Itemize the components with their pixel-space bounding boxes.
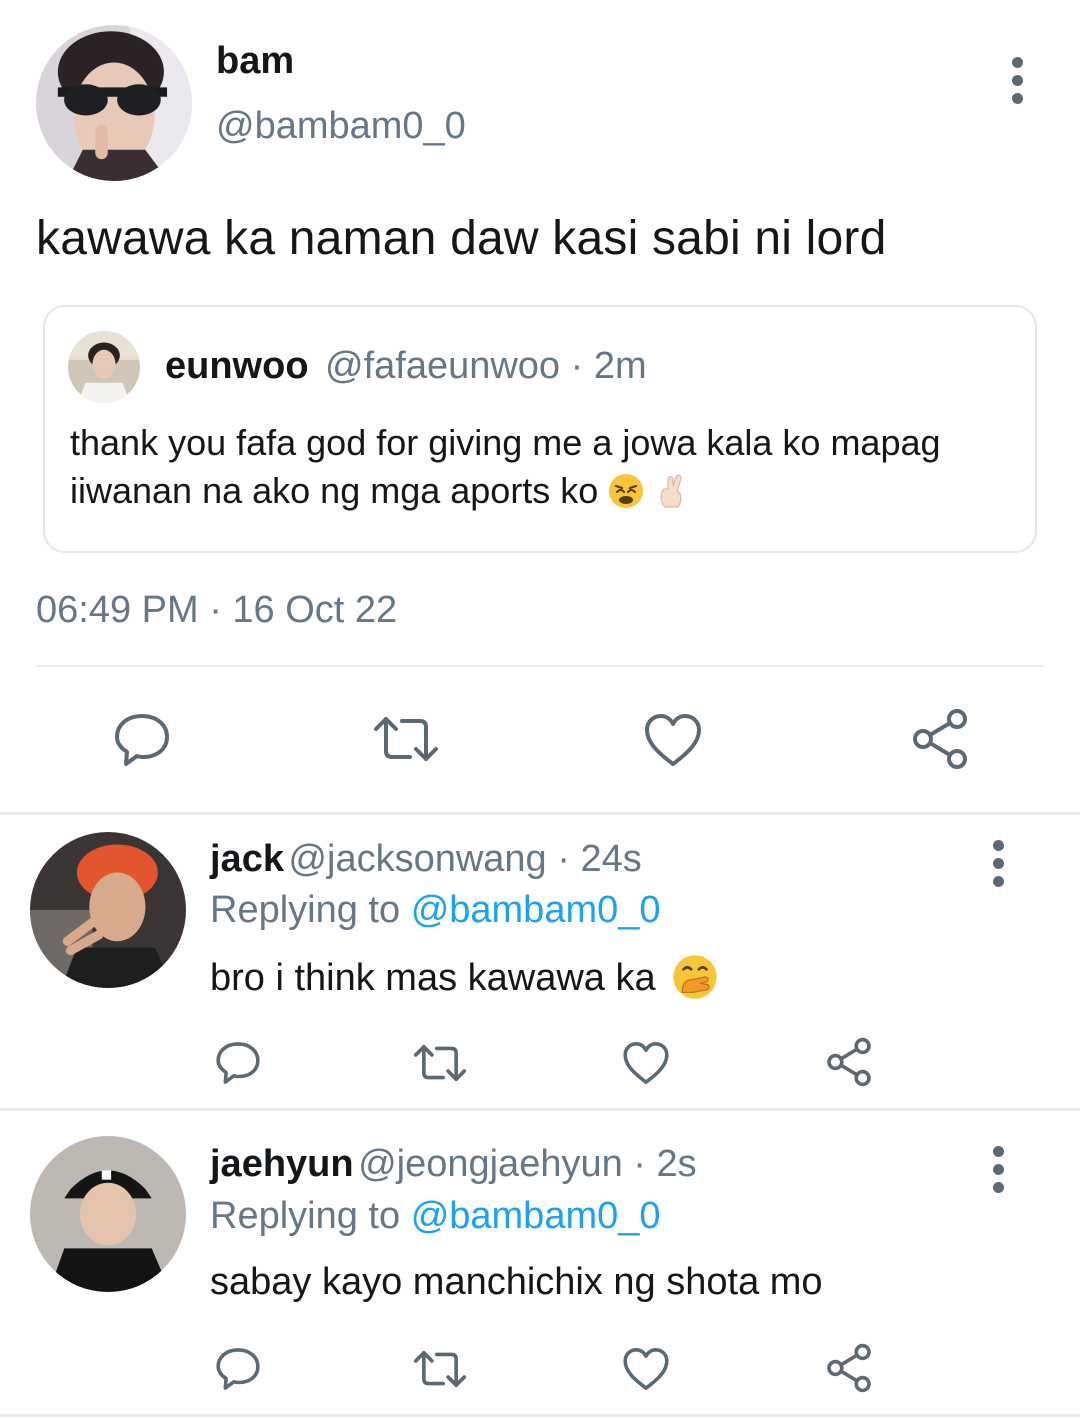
share-icon[interactable] (910, 708, 970, 770)
quoted-text-content: thank you fafa god for giving me a jowa … (70, 422, 941, 511)
heart-icon[interactable] (622, 1040, 670, 1086)
share-icon[interactable] (825, 1037, 873, 1087)
reply-text: sabay kayo manchichix ng shota mo (210, 1261, 823, 1303)
section-divider (0, 812, 1080, 815)
mention-link[interactable]: @bambam0_0 (411, 889, 661, 931)
heart-icon[interactable] (622, 1346, 670, 1392)
quoted-avatar (68, 331, 140, 403)
replying-to-label: Replying to (210, 889, 401, 931)
tweet-timestamp: 06:49 PM · 16 Oct 22 (36, 589, 398, 631)
quoted-display-name: eunwoo (165, 345, 309, 387)
reply-handle-time: @jeongjaehyun · 2s (358, 1143, 697, 1185)
reply-display-name[interactable]: jack (210, 838, 284, 880)
more-vertical-icon[interactable] (992, 1146, 1004, 1200)
reply-header: jaehyun @jeongjaehyun · 2s (210, 1143, 697, 1186)
retweet-icon[interactable] (412, 1348, 468, 1390)
share-icon[interactable] (825, 1343, 873, 1393)
more-vertical-icon[interactable] (992, 840, 1004, 894)
reply-icon[interactable] (215, 1040, 261, 1086)
replying-to-label: Replying to (210, 1195, 401, 1237)
main-handle[interactable]: @bambam0_0 (216, 105, 466, 148)
reply-text-content: bro i think mas kawawa ka (210, 957, 656, 999)
mention-link[interactable]: @bambam0_0 (411, 1195, 661, 1237)
section-divider (0, 1414, 1080, 1417)
retweet-icon[interactable] (372, 713, 440, 765)
main-avatar[interactable] (36, 25, 192, 181)
main-display-name[interactable]: bam (216, 40, 294, 83)
retweet-icon[interactable] (412, 1042, 468, 1084)
weary-face-emoji (609, 474, 644, 508)
replying-to-line: Replying to @bambam0_0 (210, 889, 661, 932)
quoted-tweet-text: thank you fafa god for giving me a jowa … (70, 419, 1000, 515)
heart-icon[interactable] (643, 712, 703, 768)
reply-text: bro i think mas kawawa ka (210, 954, 718, 1000)
replying-to-line: Replying to @bambam0_0 (210, 1195, 661, 1238)
reply-avatar[interactable] (30, 1136, 186, 1292)
reply-avatar[interactable] (30, 832, 186, 988)
section-divider (0, 1108, 1080, 1111)
reply-handle-time: @jacksonwang · 24s (288, 838, 642, 880)
hand-over-mouth-emoji (673, 955, 717, 999)
divider (36, 665, 1044, 667)
reply-icon[interactable] (215, 1346, 261, 1392)
main-tweet-text: kawawa ka naman daw kasi sabi ni lord (36, 212, 887, 265)
reply-display-name[interactable]: jaehyun (210, 1143, 354, 1185)
reply-icon[interactable] (113, 712, 171, 768)
crossed-fingers-emoji (660, 474, 683, 508)
reply-header: jack @jacksonwang · 24s (210, 838, 642, 881)
more-vertical-icon[interactable] (1011, 57, 1023, 111)
quoted-handle-time: @fafaeunwoo · 2m (325, 345, 647, 387)
